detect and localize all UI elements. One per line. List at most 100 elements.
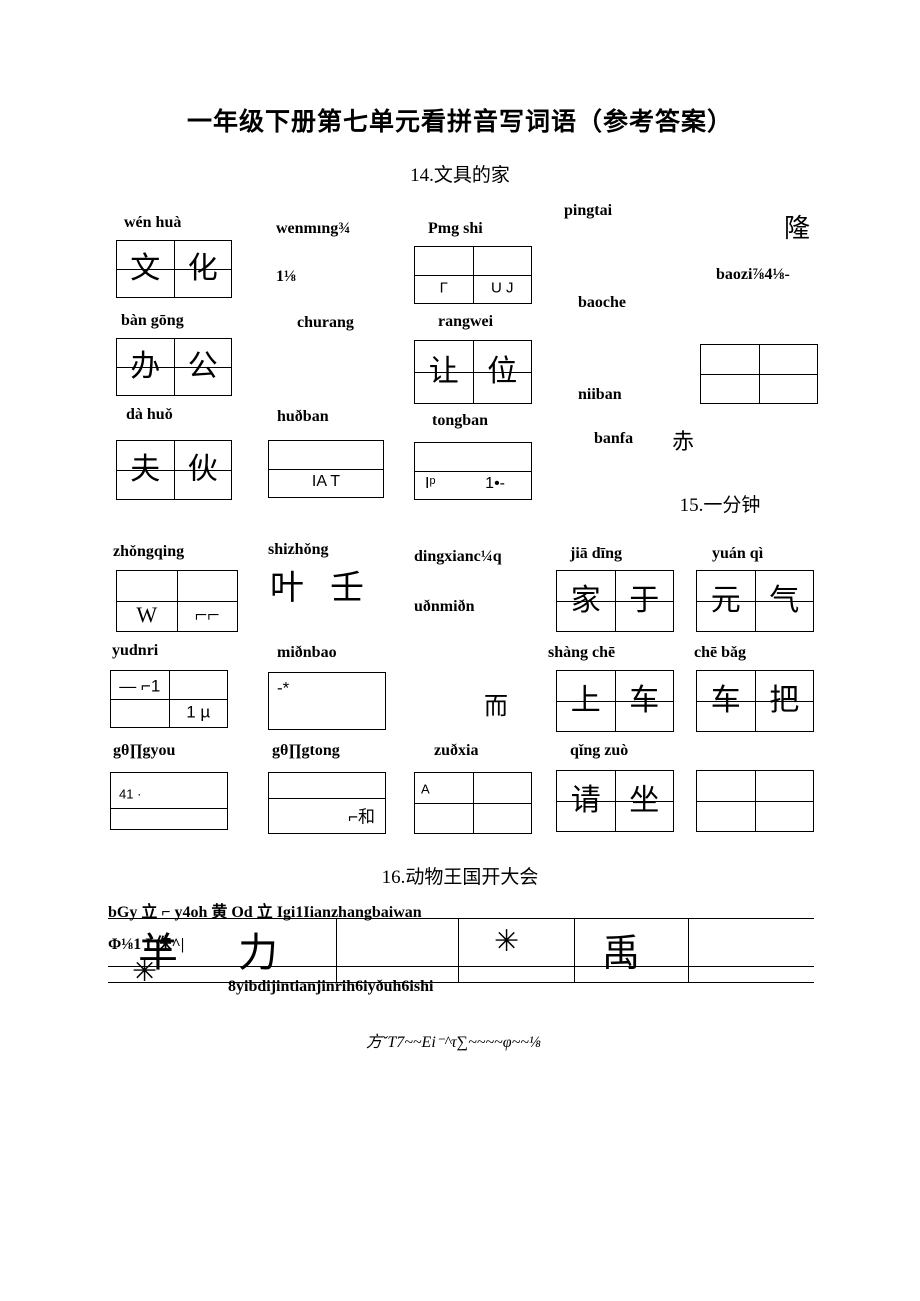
char: 壬 [330, 570, 364, 607]
char: 办 [130, 350, 161, 383]
char: 车 [710, 684, 741, 717]
grid-cell: 1 µ [169, 671, 228, 727]
grid-cell: 文 [117, 241, 175, 297]
grid-gongtong: ⌐和 [268, 772, 386, 834]
grid-cell: 夫 [117, 441, 175, 499]
grid-chebang: 车 把 [696, 670, 814, 732]
grid-cell [697, 771, 756, 831]
pinyin-huoban: huðban [277, 408, 329, 425]
grid-cell: ⌐⌐ [177, 571, 238, 631]
pinyin-yuanri: yudnri [112, 642, 159, 659]
char-li: 力 [238, 930, 278, 975]
char: 元 [710, 584, 741, 617]
grid-cell: 办 [117, 339, 175, 395]
char: 请 [570, 784, 601, 817]
grid-cell [473, 773, 532, 833]
pinyin-pmgshi: Pmg shi [428, 220, 483, 237]
grid-zuoxia: A [414, 772, 532, 834]
grid-cell: 上 [557, 671, 616, 731]
pinyin-wenming-2: 1⅛ [276, 268, 296, 285]
char: U J [491, 279, 514, 297]
garbled-block: bGy 立 ⌐ y4oh 黄 Od 立 Igi1Iianzhangbaiwan … [108, 904, 814, 1030]
divider [111, 807, 227, 809]
grid-cell: — ⌐1 [111, 671, 170, 727]
char: 1•- [485, 475, 505, 493]
char: -* [277, 678, 290, 698]
pinyin-zuoxia: zuðxia [434, 742, 479, 759]
char: IA T [311, 473, 341, 491]
asterisk-glyph: ✳ [132, 955, 158, 988]
char: 公 [187, 350, 218, 383]
grid-cell: U J [473, 247, 532, 303]
char: — ⌐1 [119, 676, 161, 696]
pinyin-mianbao: miðnbao [277, 644, 337, 661]
grid-cell: -* [269, 673, 385, 729]
char: 文 [130, 252, 161, 285]
pinyin-baoche: baoche [578, 294, 626, 311]
grid-zhongqing: W ⌐⌐ [116, 570, 238, 632]
pinyin-bangong: bàn gōng [121, 312, 184, 329]
grid-cell: W [117, 571, 178, 631]
grid-cell: 于 [615, 571, 674, 631]
char: 坐 [629, 784, 660, 817]
pinyin-uonmion: uðnmiðn [414, 598, 475, 615]
grid-cell: 车 [615, 671, 674, 731]
asterisk-glyph-2: ✳ [494, 925, 520, 958]
pinyin-wenming: wenmıng¾ [276, 220, 351, 237]
pinyin-dahuo: dà huǒ [126, 406, 173, 423]
rule-line [688, 918, 689, 982]
grid-cell: A [415, 773, 474, 833]
pinyin-banfa: banfa [594, 430, 634, 447]
pinyin-baozi: baozi⅞4⅛- [716, 266, 790, 283]
grid-cell: 家 [557, 571, 616, 631]
chars-shizhong: 叶 壬 [270, 560, 386, 620]
pinyin-churang: churang [297, 314, 354, 331]
garbled-line-3: 8yibdijintianjinrih6iyðuh6ishi [228, 978, 434, 995]
char: Γ [439, 279, 448, 297]
grid-tongban: Iᵖ 1•- [414, 442, 532, 500]
char-er: 而 [484, 694, 508, 720]
pinyin-zhongqing: zhǒngqing [113, 543, 185, 560]
grid-cell: 化 [174, 241, 232, 297]
pinyin-shizhong: shizhǒng [268, 541, 329, 558]
divider [415, 471, 531, 472]
pinyin-gongyou: gθ∏gyou [113, 742, 176, 759]
grid-wenhua: 文 化 [116, 240, 232, 298]
grid-gongyou: 41 · [110, 772, 228, 830]
grid-cell: 请 [557, 771, 616, 831]
grid-dahuo: 夫 伙 [116, 440, 232, 500]
grid-cell: 车 [697, 671, 756, 731]
divider [269, 469, 383, 470]
rule-line [458, 918, 459, 982]
pinyin-rangwei: rangwei [438, 313, 494, 330]
char: W [136, 602, 158, 628]
grid-cell: IA T [269, 441, 383, 497]
pinyin-yuanqi: yuán qì [712, 545, 764, 562]
char: 于 [629, 584, 660, 617]
char: A [421, 781, 430, 797]
grid-jiading: 家 于 [556, 570, 674, 632]
char: 上 [570, 684, 601, 717]
char-long: 隆 [784, 214, 811, 243]
pinyin-dingxian: dingxianc¼q [414, 548, 502, 565]
char: 位 [487, 355, 518, 388]
grid-rangwei: 让 位 [414, 340, 532, 404]
char: 1 µ [186, 702, 211, 722]
divider [269, 798, 385, 800]
grid-cell: 位 [473, 341, 532, 403]
grid-cell: Iᵖ 1•- [415, 443, 531, 499]
grid-yuanqi: 元 气 [696, 570, 814, 632]
char: 让 [428, 355, 459, 388]
rule-line [574, 918, 575, 982]
page-title: 一年级下册第七单元看拼音写词语（参考答案） [186, 108, 733, 136]
document-page: 一年级下册第七单元看拼音写词语（参考答案） 14.文具的家 wén huà 文 … [0, 0, 920, 1301]
pinyin-wenhua: wén huà [124, 214, 182, 231]
rule-line [336, 918, 337, 982]
char: ⌐和 [348, 807, 375, 827]
grid-cell: 坐 [615, 771, 674, 831]
rule-line [108, 966, 814, 967]
pinyin-chebang: chē bǎg [694, 644, 746, 661]
rule-line [108, 982, 814, 983]
grid-empty-right-2 [696, 770, 814, 832]
char: 伙 [187, 453, 218, 486]
